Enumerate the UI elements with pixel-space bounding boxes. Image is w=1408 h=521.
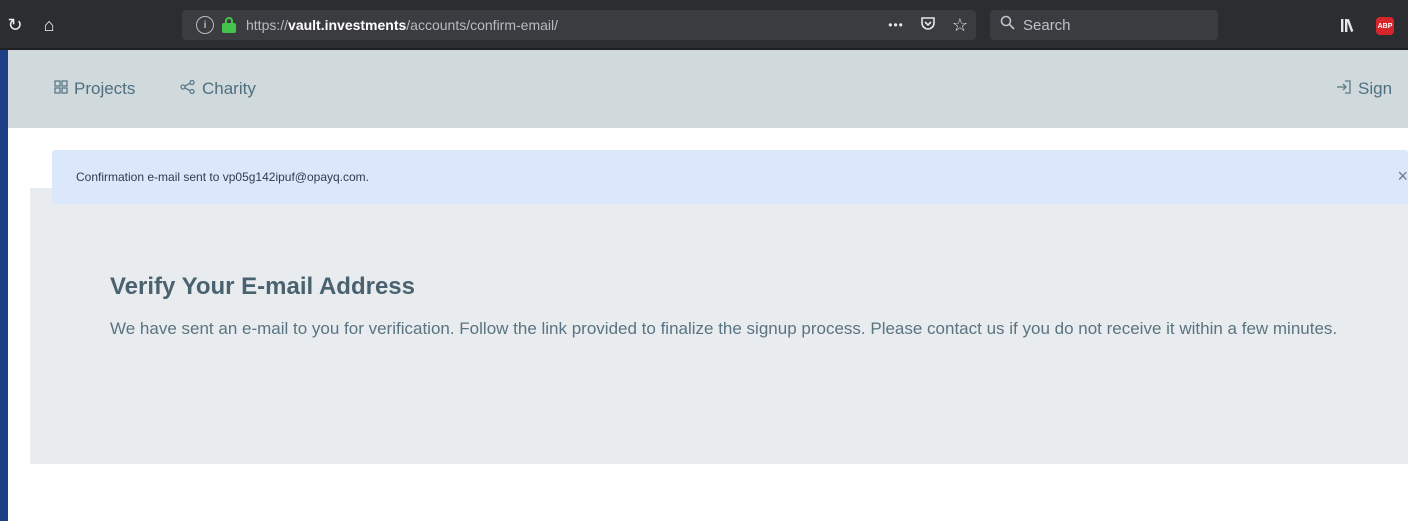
browser-toolbar: ↻ ⌂ i https://vault.investments/accounts… xyxy=(0,0,1408,50)
url-path: /accounts/confirm-email/ xyxy=(406,17,559,33)
nav-projects-link[interactable]: Projects xyxy=(54,78,135,100)
site-navbar: Projects Charity Sign xyxy=(8,50,1408,128)
address-bar[interactable]: i https://vault.investments/accounts/con… xyxy=(182,10,976,40)
url-protocol: https:// xyxy=(246,17,289,33)
verify-email-card: Verify Your E-mail Address We have sent … xyxy=(30,188,1408,464)
nav-projects-label: Projects xyxy=(74,79,136,98)
pocket-icon[interactable] xyxy=(920,15,936,36)
sign-in-icon xyxy=(1336,79,1352,99)
home-icon[interactable]: ⌂ xyxy=(36,12,62,38)
bookmark-star-icon[interactable]: ☆ xyxy=(952,15,968,36)
adblock-icon[interactable]: ABP xyxy=(1376,17,1394,35)
search-icon xyxy=(1000,15,1015,35)
search-field[interactable]: Search xyxy=(990,10,1218,40)
nav-signin-label: Sign xyxy=(1358,79,1393,98)
alert-message: Confirmation e-mail sent to vp05g142ipuf… xyxy=(76,170,370,184)
url-text[interactable]: https://vault.investments/accounts/confi… xyxy=(246,17,558,33)
page-title: Verify Your E-mail Address xyxy=(110,273,416,300)
reload-icon[interactable]: ↻ xyxy=(2,12,28,38)
web-page: Projects Charity Sign Verify Your E-mail… xyxy=(8,50,1408,521)
info-icon[interactable]: i xyxy=(196,16,214,34)
nav-signin-link[interactable]: Sign xyxy=(1336,78,1392,100)
search-placeholder: Search xyxy=(1023,16,1071,34)
verification-message: We have sent an e-mail to you for verifi… xyxy=(110,319,1338,338)
lock-icon[interactable] xyxy=(222,17,236,33)
nav-charity-link[interactable]: Charity xyxy=(180,78,256,100)
share-icon xyxy=(180,79,196,99)
url-actions: ••• ☆ xyxy=(888,10,968,40)
url-host: vault.investments xyxy=(288,17,407,33)
page-actions-button[interactable]: ••• xyxy=(888,18,904,32)
library-icon[interactable] xyxy=(1336,12,1362,38)
grid-icon xyxy=(54,79,68,99)
nav-charity-label: Charity xyxy=(202,79,256,98)
confirmation-alert: Confirmation e-mail sent to vp05g142ipuf… xyxy=(52,150,1408,204)
close-icon[interactable]: × xyxy=(1397,166,1408,187)
